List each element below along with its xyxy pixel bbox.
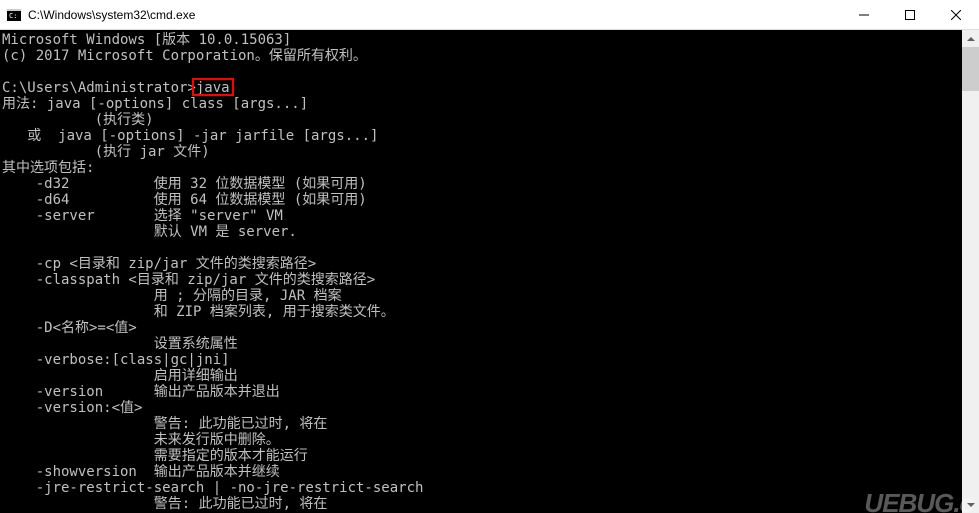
line: 或 java [-options] -jar jarfile [args...] xyxy=(2,128,378,144)
line: -classpath <目录和 zip/jar 文件的类搜索路径> xyxy=(2,272,375,288)
line: (执行类) xyxy=(2,112,154,128)
line: 默认 VM 是 server. xyxy=(2,224,297,240)
prompt: C:\Users\Administrator> xyxy=(2,80,196,96)
scroll-down-button[interactable] xyxy=(962,496,979,513)
line: (c) 2017 Microsoft Corporation。保留所有权利。 xyxy=(2,48,367,64)
scroll-up-button[interactable] xyxy=(962,30,979,47)
line: 需要指定的版本才能运行 xyxy=(2,448,308,464)
line: 未来发行版中删除。 xyxy=(2,432,280,448)
line: 警告: 此功能已过时, 将在 xyxy=(2,496,327,512)
line: -d64 使用 64 位数据模型 (如果可用) xyxy=(2,192,367,208)
maximize-button[interactable] xyxy=(887,0,933,29)
line: -showversion 输出产品版本并继续 xyxy=(2,464,280,480)
scroll-thumb[interactable] xyxy=(962,47,979,91)
line: -D<名称>=<值> xyxy=(2,320,137,336)
line: 设置系统属性 xyxy=(2,336,238,352)
line: -cp <目录和 zip/jar 文件的类搜索路径> xyxy=(2,256,316,272)
line: (执行 jar 文件) xyxy=(2,144,210,160)
line: 其中选项包括: xyxy=(2,160,94,176)
line: Microsoft Windows [版本 10.0.15063] xyxy=(2,32,291,48)
window-buttons xyxy=(841,0,979,29)
terminal-area[interactable]: Microsoft Windows [版本 10.0.15063] (c) 20… xyxy=(0,30,979,513)
close-button[interactable] xyxy=(933,0,979,29)
line: -jre-restrict-search | -no-jre-restrict-… xyxy=(2,480,423,496)
window-title: C:\Windows\system32\cmd.exe xyxy=(28,8,841,22)
line: -d32 使用 32 位数据模型 (如果可用) xyxy=(2,176,367,192)
terminal-output: Microsoft Windows [版本 10.0.15063] (c) 20… xyxy=(2,32,979,512)
line: 用法: java [-options] class [args...] xyxy=(2,96,308,112)
line: -server 选择 "server" VM xyxy=(2,208,283,224)
vertical-scrollbar[interactable] xyxy=(962,30,979,513)
line: 警告: 此功能已过时, 将在 xyxy=(2,416,327,432)
line: 启用详细输出 xyxy=(2,368,238,384)
minimize-button[interactable] xyxy=(841,0,887,29)
window-titlebar[interactable]: C: C:\Windows\system32\cmd.exe xyxy=(0,0,979,30)
line: -verbose:[class|gc|jni] xyxy=(2,352,230,368)
cmd-icon: C: xyxy=(6,7,22,23)
line: -version:<值> xyxy=(2,400,142,416)
command-text: java xyxy=(196,80,230,96)
line: 和 ZIP 档案列表, 用于搜索类文件。 xyxy=(2,304,395,320)
line: -version 输出产品版本并退出 xyxy=(2,384,280,400)
line: 用 ; 分隔的目录, JAR 档案 xyxy=(2,288,342,304)
svg-text:C:: C: xyxy=(9,12,17,20)
